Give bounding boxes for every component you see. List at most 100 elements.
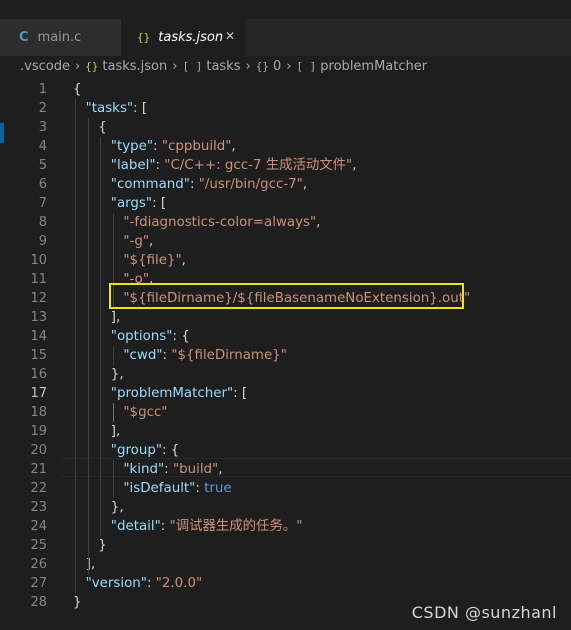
code-token: true: [204, 481, 232, 496]
code-token: ,: [231, 139, 236, 154]
code-line[interactable]: 7 "args": [: [0, 194, 571, 213]
code-line[interactable]: 15 "cwd": "${fileDirname}": [0, 346, 571, 365]
code-text: "group": {: [111, 441, 180, 460]
chevron-right-icon: ›: [172, 59, 178, 74]
line-number: 2: [38, 101, 47, 116]
close-icon[interactable]: ✕: [223, 29, 237, 43]
code-line[interactable]: 24 "detail": "调试器生成的任务。": [0, 517, 571, 536]
code-line[interactable]: 4 "type": "cppbuild",: [0, 137, 571, 156]
line-number: 19: [30, 424, 47, 439]
code-line[interactable]: 9 "-g",: [0, 232, 571, 251]
code-token: "group": [110, 443, 163, 458]
code-line[interactable]: 3{: [0, 118, 571, 137]
indent-guide: [88, 118, 89, 574]
code-line[interactable]: 2 "tasks": [: [0, 99, 571, 118]
breadcrumb-item-tasks-json[interactable]: tasks.json: [102, 59, 167, 74]
breadcrumb-item-tasks[interactable]: tasks: [206, 59, 240, 74]
code-token: ,: [302, 177, 308, 192]
breadcrumb-item-0[interactable]: 0: [273, 59, 281, 74]
line-number: 16: [30, 367, 47, 382]
code-token: "type": [110, 139, 154, 154]
code-line[interactable]: 22 "isDefault": true: [0, 479, 571, 498]
line-number: 23: [30, 500, 47, 515]
indent-guide: [113, 346, 114, 365]
code-token: ,: [352, 158, 357, 173]
code-line[interactable]: 23},: [0, 498, 571, 517]
code-line[interactable]: 6 "command": "/usr/bin/gcc-7",: [0, 175, 571, 194]
code-line[interactable]: 19],: [0, 422, 571, 441]
code-text: {: [98, 118, 107, 137]
code-token: "command": [110, 177, 190, 192]
editor-tab-bar: C main.c {} tasks.json ✕: [0, 19, 571, 56]
line-number: 9: [38, 234, 47, 249]
watermark: CSDN @sunzhanl: [411, 603, 557, 622]
code-token: "${file}": [123, 253, 182, 268]
code-token: "$gcc": [123, 405, 168, 420]
code-line[interactable]: 27 "version": "2.0.0": [0, 574, 571, 593]
code-token: :: [153, 139, 162, 154]
code-line[interactable]: 16},: [0, 365, 571, 384]
code-token: ],: [110, 310, 121, 325]
code-line[interactable]: 14 "options": {: [0, 327, 571, 346]
window-top-strip: [0, 0, 571, 19]
breadcrumb-item-vscode[interactable]: .vscode: [20, 59, 70, 74]
line-number: 11: [30, 272, 47, 287]
line-number: 7: [38, 196, 47, 211]
tab-tasks-json[interactable]: {} tasks.json ✕: [121, 19, 245, 56]
code-text: "label": "C/C++: gcc-7 生成活动文件",: [111, 156, 357, 175]
json-file-icon: {}: [85, 60, 99, 73]
code-line[interactable]: 10 "${file}",: [0, 251, 571, 270]
code-token: : {: [162, 443, 180, 458]
code-line[interactable]: 17 "problemMatcher": [: [0, 384, 571, 403]
code-line[interactable]: 26],: [0, 555, 571, 574]
code-token: :: [146, 576, 156, 591]
code-text: "tasks": [: [86, 99, 147, 118]
line-number: 5: [38, 158, 47, 173]
code-token: : {: [172, 329, 190, 344]
code-line[interactable]: 20 "group": {: [0, 441, 571, 460]
code-text: }: [98, 536, 107, 555]
line-number: 1: [38, 82, 47, 97]
code-line[interactable]: 13],: [0, 308, 571, 327]
code-token: : [: [133, 101, 148, 116]
code-token: "problemMatcher": [110, 386, 234, 401]
indent-guide: [75, 99, 76, 593]
tab-label: main.c: [37, 30, 82, 45]
line-number: 12: [30, 291, 47, 306]
code-token: :: [155, 158, 165, 173]
code-text: ],: [111, 308, 120, 327]
code-token: "kind": [123, 462, 165, 477]
code-token: {: [98, 120, 107, 135]
code-token: "/usr/bin/gcc-7": [198, 177, 303, 192]
json-file-icon: {}: [137, 31, 151, 44]
chevron-right-icon: ›: [286, 59, 292, 74]
breadcrumb-item-problemmatcher[interactable]: problemMatcher: [320, 59, 427, 74]
code-line[interactable]: 25}: [0, 536, 571, 555]
code-text: "isDefault": true: [123, 479, 231, 498]
code-line[interactable]: 8 "-fdiagnostics-color=always",: [0, 213, 571, 232]
code-token: ,: [181, 253, 186, 268]
code-token: "options": [110, 329, 173, 344]
line-number: 24: [30, 519, 47, 534]
tab-main-c[interactable]: C main.c: [0, 19, 121, 56]
chevron-right-icon: ›: [74, 59, 81, 74]
code-text: "options": {: [111, 327, 190, 346]
line-number: 14: [30, 329, 47, 344]
code-token: "${fileDirname}": [171, 348, 287, 363]
code-text: },: [111, 365, 124, 384]
code-text: }: [73, 593, 82, 612]
code-text: "$gcc": [123, 403, 167, 422]
code-token: ,: [218, 462, 223, 477]
breadcrumb: .vscode › {} tasks.json › [ ] tasks › {}…: [0, 56, 571, 77]
code-line[interactable]: 21 "kind": "build",: [0, 460, 571, 479]
indent-guide: [100, 137, 101, 536]
code-text: {: [73, 80, 82, 99]
code-token: "args": [110, 196, 153, 211]
code-token: {: [73, 82, 82, 97]
code-line[interactable]: 5 "label": "C/C++: gcc-7 生成活动文件",: [0, 156, 571, 175]
code-line[interactable]: 1{: [0, 80, 571, 99]
code-token: "cppbuild": [161, 139, 232, 154]
line-number: 10: [30, 253, 47, 268]
code-line[interactable]: 18 "$gcc": [0, 403, 571, 422]
code-editor[interactable]: 1{2 "tasks": [3{4 "type": "cppbuild", 5 "lab…: [0, 78, 571, 630]
